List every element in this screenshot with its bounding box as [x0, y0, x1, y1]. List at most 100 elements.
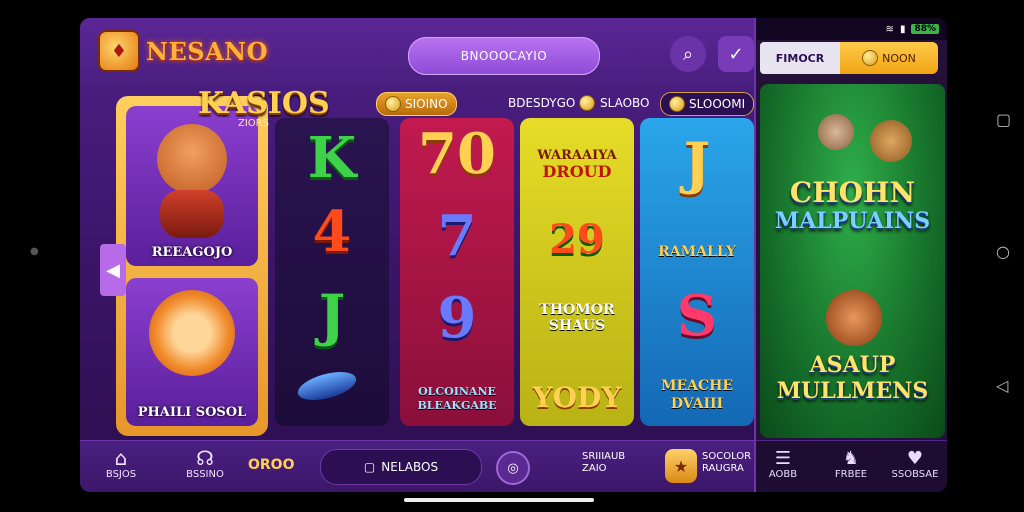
lion-icon — [826, 290, 882, 346]
left-arrow-icon[interactable]: ◀ — [100, 244, 126, 296]
reel-3-label-5: YODY — [532, 381, 622, 414]
reel-4-label-2: MEACHE — [660, 378, 734, 394]
reel-3-label-4: SHAUS — [548, 318, 606, 334]
search-pill[interactable]: BNOOOCAYIO — [408, 37, 600, 75]
android-back-icon[interactable]: ◁ — [996, 376, 1008, 395]
character-label-1: REEAGOJO — [151, 245, 233, 260]
chest-icon: ♦ — [98, 30, 140, 72]
android-circle-icon[interactable]: ○ — [996, 242, 1010, 261]
character-panel: REEAGOJO PHAILI SOSOL — [116, 96, 268, 436]
wifi-icon: ≋ — [885, 23, 894, 35]
reel-3-symbol-1: 29 — [549, 216, 605, 263]
reel-3-label-3: THOMOR — [539, 302, 615, 318]
promo-title-3: ASAUP — [809, 352, 896, 378]
right-nav-3-label: SSOBSAE — [891, 469, 939, 480]
right-nav-3[interactable]: ♥ SSOBSAE — [890, 448, 940, 481]
promo-title-1: CHOHN — [789, 176, 916, 209]
promo-1-line-1: SRIIIAUB — [582, 451, 626, 462]
right-bottom-bar: ☰ AOBB ♞ FRBEE ♥ SSOBSAE — [756, 440, 947, 492]
bear-icon — [818, 114, 854, 150]
game-subtitle: ZIORS — [238, 118, 269, 129]
coin-icon — [862, 50, 879, 66]
heart-icon: ♥ — [906, 448, 924, 469]
chip-1[interactable]: SIOINO — [376, 92, 457, 116]
right-nav-2-label: FRBEE — [834, 469, 868, 480]
chip-2[interactable]: BDESDYGO — [500, 92, 603, 114]
right-nav-1-label: AOBB — [768, 469, 798, 480]
dog-icon — [870, 120, 912, 162]
reel-2: 70 7 9 OLCOINANE BLEAKGABE — [400, 118, 514, 426]
reel-4-symbol-2: S — [676, 283, 718, 349]
bottom-pill-label: NELABOS — [381, 460, 439, 474]
phone-frame: ♦ NESANO BNOOOCAYIO ⌕ ✓ REEAGOJO PHAILI … — [0, 0, 1024, 512]
reel-1-symbol-1: K — [307, 125, 357, 191]
menu-icon: ☰ — [774, 448, 792, 469]
promo-2[interactable]: SOCOLOR RAUGRA — [702, 451, 751, 475]
bird-icon: ♞ — [842, 448, 860, 469]
right-tabs: FIMOCR NOON — [760, 42, 938, 74]
reel-2-symbol-3: 9 — [437, 285, 477, 351]
fox-body — [160, 190, 224, 238]
reel-1: K 4 J — [275, 118, 389, 426]
right-nav-1[interactable]: ☰ AOBB — [758, 448, 808, 481]
chip-label-2: BDESDYGO — [508, 96, 576, 110]
reel-4-symbol-1: J — [683, 131, 711, 197]
chip-3[interactable]: SLAOBO — [592, 92, 658, 114]
signal-icon: ▮ — [899, 23, 906, 35]
reel-2-symbol-1: 70 — [418, 121, 496, 187]
fox-character — [157, 124, 227, 194]
promo-1-line-2: ZAIO — [582, 463, 607, 474]
reel-1-symbol-3: J — [318, 283, 346, 349]
status-bar: ≋ ▮ 88% — [756, 18, 947, 40]
game-title: KASIOS — [198, 86, 330, 121]
chip-label-1: SIOINO — [405, 97, 448, 111]
tools-icon[interactable]: ✓ — [718, 36, 754, 72]
nav-home[interactable]: ⌂ BSJOS — [96, 447, 146, 480]
right-nav-2[interactable]: ♞ FRBEE — [826, 448, 876, 481]
headset-icon: ☊ — [196, 446, 214, 470]
reel-2-symbol-2: 7 — [437, 203, 477, 269]
character-card-1[interactable]: REEAGOJO — [126, 106, 258, 266]
reel-4: J RAMALLY S MEACHE DVAIII — [640, 118, 754, 426]
chip-label-3: SLAOBO — [600, 96, 650, 110]
promo-2-line-2: RAUGRA — [702, 463, 744, 474]
top-bar: ♦ NESANO BNOOOCAYIO ⌕ ✓ — [80, 18, 754, 84]
brand-name: NESANO — [146, 36, 269, 66]
bottom-bar: ⌂ BSJOS ☊ BSSINO OROO ▢ NELABOS ◎ SRIIIA… — [80, 440, 754, 492]
promo-title-2: MALPUAINS — [774, 208, 931, 234]
chip-label-4: SLOOOMI — [689, 97, 746, 111]
promo-1[interactable]: SRIIIAUB ZAIO — [582, 451, 625, 475]
gem-icon — [294, 366, 360, 406]
circle-button[interactable]: ◎ — [496, 451, 530, 485]
coin-icon — [669, 96, 685, 112]
chip-4[interactable]: SLOOOMI — [660, 92, 755, 116]
android-square-icon[interactable]: ▢ — [996, 110, 1011, 129]
nav-support[interactable]: ☊ BSSINO — [180, 447, 230, 480]
character-label-2: PHAILI SOSOL — [137, 405, 247, 420]
bottom-pill[interactable]: ▢ NELABOS — [320, 449, 482, 485]
tab-2-label: NOON — [882, 51, 916, 65]
slot-area: ♦ NESANO BNOOOCAYIO ⌕ ✓ REEAGOJO PHAILI … — [80, 18, 755, 492]
home-indicator[interactable] — [404, 498, 594, 502]
reel-2-label-2: BLEAKGABE — [417, 399, 497, 412]
search-icon[interactable]: ⌕ — [670, 36, 706, 72]
brand-logo[interactable]: ♦ NESANO — [98, 30, 268, 72]
square-icon: ▢ — [363, 460, 376, 474]
tab-2[interactable]: NOON — [840, 42, 938, 74]
home-icon: ⌂ — [114, 446, 128, 470]
promo-2-line-1: SOCOLOR — [702, 451, 752, 462]
reel-4-label-3: DVAIII — [670, 396, 724, 412]
game-screen: ♦ NESANO BNOOOCAYIO ⌕ ✓ REEAGOJO PHAILI … — [80, 18, 947, 492]
nav-home-label: BSJOS — [105, 469, 137, 480]
reel-3-label-2: DROUD — [542, 162, 612, 181]
camera-dot-icon: ● — [30, 246, 39, 257]
poker-table[interactable]: CHOHN MALPUAINS ASAUP MULLMENS — [760, 84, 945, 438]
battery-indicator: 88% — [911, 24, 939, 34]
lion-character — [149, 290, 235, 376]
reel-3: WARAAIYA DROUD 29 THOMOR SHAUS YODY — [520, 118, 634, 426]
tab-1[interactable]: FIMOCR — [760, 42, 840, 74]
reel-4-label-1: RAMALLY — [658, 244, 736, 260]
gold-badge-icon[interactable]: ★ — [665, 449, 697, 483]
character-card-2[interactable]: PHAILI SOSOL — [126, 278, 258, 426]
reel-1-symbol-2: 4 — [312, 199, 352, 265]
